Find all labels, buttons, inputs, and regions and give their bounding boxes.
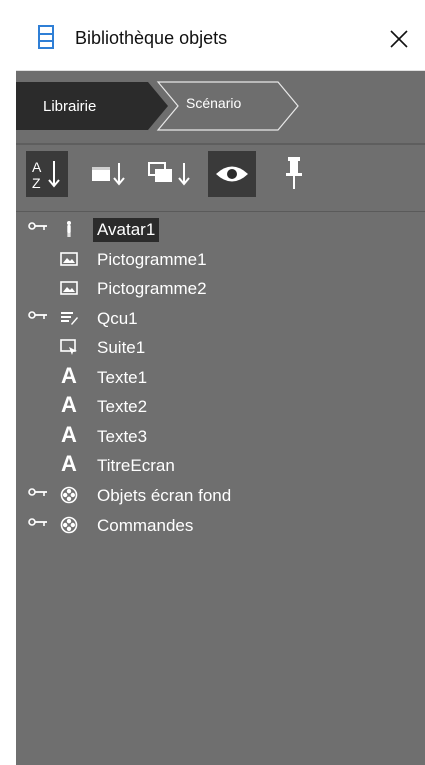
toolbar: A Z: [16, 145, 425, 209]
tree-item-suite1[interactable]: Suite1: [16, 333, 425, 362]
svg-text:A: A: [32, 159, 42, 175]
tree-item-label: Suite1: [97, 338, 146, 357]
tree-item-texte1[interactable]: A Texte1: [16, 363, 425, 392]
toolbar-divider: [16, 211, 425, 212]
tab-scenario-label: Scénario: [186, 95, 242, 111]
next-icon: [60, 339, 77, 355]
tree-item-label: Qcu1: [97, 309, 138, 328]
tree-item-texte2[interactable]: A Texte2: [16, 392, 425, 421]
eye-icon: [216, 166, 248, 182]
pin-button[interactable]: [274, 151, 316, 197]
tree-item-label: TitreEcran: [97, 456, 175, 475]
sort-windows-button[interactable]: [146, 151, 190, 197]
key-icon: [28, 311, 47, 319]
group-icon: [60, 486, 78, 504]
visibility-toggle-button[interactable]: [208, 151, 256, 197]
key-icon: [28, 518, 47, 526]
tree-item-label: Objets écran fond: [97, 486, 232, 505]
tree-item-pictogramme2[interactable]: Pictogramme2: [16, 274, 425, 303]
sort-windows-icon: [148, 162, 190, 186]
avatar-icon: [67, 221, 71, 237]
key-icon: [28, 222, 47, 230]
close-icon[interactable]: [382, 22, 414, 54]
tree-item-label: Pictogramme2: [97, 279, 207, 298]
text-icon: A: [61, 422, 77, 447]
text-icon: A: [61, 363, 77, 388]
tree-item-commandes[interactable]: Commandes: [16, 511, 425, 540]
tree-item-label: Avatar1: [93, 218, 160, 242]
library-app-icon: [38, 25, 54, 49]
sort-alphabetical-button[interactable]: A Z: [26, 151, 68, 197]
tree-item-pictogramme1[interactable]: Pictogramme1: [16, 245, 425, 274]
quiz-icon: [61, 312, 78, 325]
tab-librairie[interactable]: Librairie: [16, 78, 166, 130]
tree-item-texte3[interactable]: A Texte3: [16, 422, 425, 451]
library-panel: Librairie Scénario A Z Avatar1 Pictogram…: [16, 71, 425, 765]
window-title: Bibliothèque objets: [75, 28, 228, 48]
text-icon: A: [61, 392, 77, 417]
tab-scenario[interactable]: Scénario: [168, 78, 298, 130]
object-library-window: Bibliothèque objets Librairie Scénario A…: [16, 0, 425, 765]
tree-item-label: Texte2: [97, 397, 148, 416]
tab-librairie-label: Librairie: [43, 98, 97, 115]
pin-icon: [286, 157, 302, 189]
tree-item-objets-ecran-fond[interactable]: Objets écran fond: [16, 481, 425, 510]
svg-text:Z: Z: [32, 175, 41, 191]
tree-item-label: Texte1: [97, 368, 148, 387]
text-icon: A: [61, 451, 77, 476]
picture-icon: [60, 252, 78, 266]
tree-item-label: Texte3: [97, 427, 148, 446]
title-bar: Bibliothèque objets: [16, 0, 425, 71]
group-icon: [60, 516, 78, 534]
sort-az-icon: A Z: [32, 159, 60, 191]
tab-bar: Librairie Scénario: [16, 71, 425, 143]
tree-item-label: Commandes: [97, 516, 194, 535]
tree-item-qcu1[interactable]: Qcu1: [16, 304, 425, 333]
key-icon: [28, 488, 47, 496]
picture-icon: [60, 281, 78, 295]
sort-layers-icon: [92, 163, 125, 186]
sort-layers-button[interactable]: [88, 151, 130, 197]
tree-item-avatar1[interactable]: Avatar1: [16, 215, 425, 244]
tree-item-label: Pictogramme1: [97, 250, 207, 269]
tree-item-titreecran[interactable]: A TitreEcran: [16, 451, 425, 480]
